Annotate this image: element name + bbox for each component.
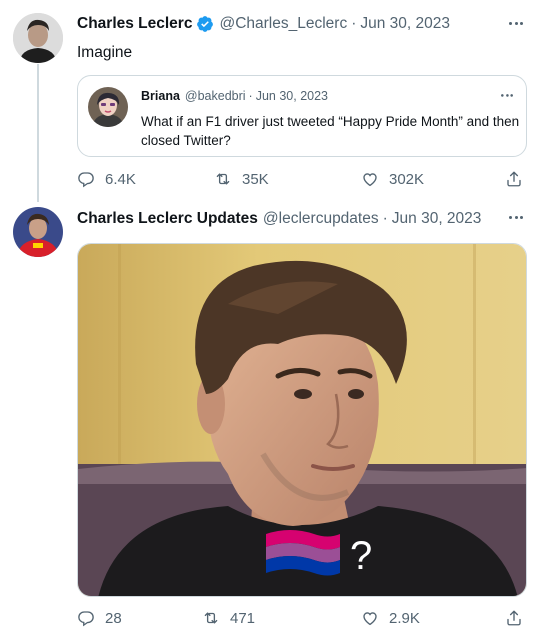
tweet1-handle[interactable]: @Charles_Leclerc [219,15,347,33]
like-icon [363,173,377,187]
share-icon [507,610,521,626]
tweet2-retweet-button[interactable]: 471 [202,609,255,627]
tweet2-reply-button[interactable]: 28 [77,609,122,627]
tweet1-like-button[interactable]: 302K [361,170,424,188]
retweet-icon [204,612,218,624]
tweet1-date[interactable]: Jun 30, 2023 [360,15,450,33]
tweet1-reply-count: 6.4K [105,170,136,188]
quote-display-name[interactable]: Briana [141,89,180,103]
verified-badge-icon [196,15,214,33]
tweet2-like-button[interactable]: 2.9K [361,609,420,627]
tweet2-action-bar: 28 471 2.9K [77,609,527,633]
tweet1-action-bar: 6.4K 35K 302K [77,170,527,194]
retweet-icon [216,173,230,185]
tweet2-more-icon[interactable] [505,209,527,225]
tweet2-separator: · [382,210,388,227]
quote-header: Briana @bakedbri · Jun 30, 2023 [141,89,328,103]
tweet1-retweet-count: 35K [242,170,269,188]
tweet1-retweet-button[interactable]: 35K [214,170,269,188]
tweet2-like-count: 2.9K [389,609,420,627]
leclerc-updates-avatar[interactable] [13,207,63,257]
like-icon [363,612,377,626]
tweet1-header: Charles Leclerc @Charles_Leclerc · Jun 3… [77,15,450,33]
reply-icon [78,172,94,188]
tweet1-share-button[interactable] [505,170,523,188]
share-icon [507,171,521,187]
quote-more-icon[interactable] [498,88,517,102]
tweet2-reply-count: 28 [105,609,122,627]
tweet1-more-icon[interactable] [505,15,527,31]
tweet2-share-button[interactable] [505,609,523,627]
question-mark-overlay: ? [350,534,372,578]
tweet2-header: Charles Leclerc Updates @leclercupdates … [77,210,481,228]
tweet1-separator: · [351,15,357,32]
quote-handle[interactable]: @bakedbri [185,89,246,103]
thread-connector-line [37,64,39,202]
tweet2-handle[interactable]: @leclercupdates [263,210,379,228]
charles-leclerc-avatar[interactable] [13,13,63,63]
bisexual-flag-icon [266,530,340,576]
tweet1-text: Imagine [77,44,133,61]
tweet1-reply-button[interactable]: 6.4K [77,170,136,188]
quote-text: What if an F1 driver just tweeted “Happy… [141,114,520,148]
quote-separator: · [248,89,253,103]
tweet2-date[interactable]: Jun 30, 2023 [392,210,482,228]
quoted-tweet-card[interactable]: Briana @bakedbri · Jun 30, 2023 What if … [77,75,527,157]
tweet2-media-image[interactable]: ? [77,243,527,597]
tweet2-display-name[interactable]: Charles Leclerc Updates [77,210,258,228]
briana-avatar[interactable] [88,87,128,127]
quote-date[interactable]: Jun 30, 2023 [256,89,328,103]
tweet1-like-count: 302K [389,170,425,188]
tweet1-display-name[interactable]: Charles Leclerc [77,15,192,33]
reply-icon [78,611,94,627]
tweet2-retweet-count: 471 [230,609,256,627]
